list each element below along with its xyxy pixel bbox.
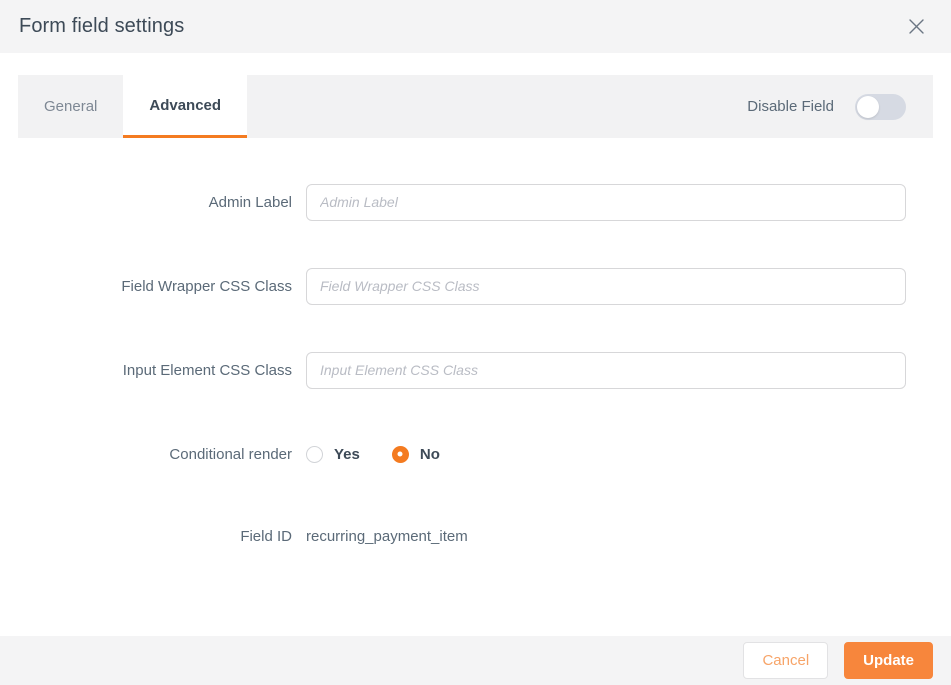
modal-footer: Cancel Update (0, 636, 951, 685)
form-field-settings-modal: Form field settings General Advanced Dis… (0, 0, 951, 685)
conditional-render-control: Yes No (306, 445, 951, 463)
conditional-render-radio-group: Yes No (306, 445, 440, 463)
conditional-render-option-no-label: No (419, 445, 440, 463)
tab-general[interactable]: General (18, 75, 124, 138)
input-element-css-class-control (306, 351, 951, 389)
admin-label-control (306, 183, 951, 221)
input-element-css-class-label: Input Element CSS Class (122, 361, 292, 379)
tab-advanced[interactable]: Advanced (123, 75, 248, 138)
update-button[interactable]: Update (844, 642, 933, 679)
modal-header: Form field settings (0, 0, 951, 53)
tab-bar: General Advanced Disable Field (0, 53, 951, 138)
field-row-field-id: Field ID recurring_payment_item (0, 496, 951, 576)
cancel-button[interactable]: Cancel (743, 642, 829, 679)
input-element-css-class-input[interactable] (306, 351, 906, 389)
disable-field-toggle[interactable] (855, 93, 906, 120)
field-row-input-element-css-class: Input Element CSS Class (0, 328, 951, 412)
toggle-knob (857, 95, 879, 118)
field-id-control: recurring_payment_item (306, 528, 951, 545)
field-id-label: Field ID (240, 527, 292, 545)
radio-unchecked-icon (306, 445, 323, 463)
field-wrapper-css-class-control (306, 267, 951, 305)
tab-list: General Advanced (18, 53, 248, 138)
close-icon[interactable] (901, 12, 931, 42)
radio-checked-icon (391, 445, 409, 463)
conditional-render-option-no[interactable]: No (391, 445, 440, 463)
field-row-conditional-render: Conditional render Yes No (0, 412, 951, 496)
conditional-render-option-yes-label: Yes (334, 445, 360, 463)
modal-body: Admin Label Field Wrapper CSS Class Inpu… (0, 138, 951, 636)
field-wrapper-css-class-label: Field Wrapper CSS Class (121, 277, 292, 295)
field-row-field-wrapper-css-class: Field Wrapper CSS Class (0, 244, 951, 328)
field-row-admin-label: Admin Label (0, 160, 951, 244)
conditional-render-label: Conditional render (169, 445, 292, 463)
page-title: Form field settings (19, 15, 185, 37)
close-icon-glyph (908, 19, 924, 34)
conditional-render-option-yes[interactable]: Yes (306, 445, 360, 463)
field-wrapper-css-class-input[interactable] (306, 267, 906, 305)
disable-field-label: Disable Field (747, 98, 834, 115)
admin-label-input[interactable] (306, 183, 906, 221)
admin-label-label: Admin Label (208, 193, 292, 211)
disable-field-control: Disable Field (747, 75, 933, 138)
field-id-value: recurring_payment_item (306, 527, 468, 545)
